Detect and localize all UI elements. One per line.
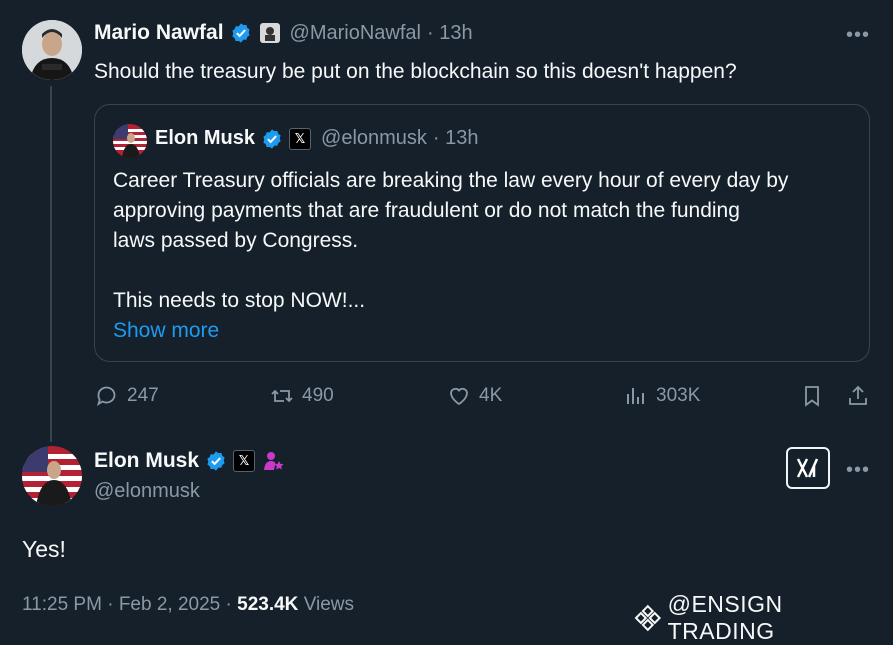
quoted-tweet-text: Career Treasury officials are breaking t… <box>113 166 858 346</box>
tweet-meta: 11:25 PM · Feb 2, 2025 · 523.4K Views <box>22 594 354 616</box>
repost-count: 490 <box>302 385 334 406</box>
share-icon <box>849 385 867 405</box>
author-name[interactable]: Mario Nawfal <box>94 21 224 45</box>
bookmark-button[interactable] <box>800 384 824 408</box>
quoted-tweet-header: Elon Musk 𝕏 @elonmusk · 13h <box>155 127 479 150</box>
reply-time[interactable]: 11:25 PM <box>22 594 102 615</box>
watermark-text: @ENSIGN TRADING <box>667 591 783 644</box>
separator: · <box>225 594 232 615</box>
reply-author-name[interactable]: Elon Musk <box>94 449 199 473</box>
quoted-text-line: approving payments that are fraudulent o… <box>113 199 740 222</box>
reply-icon <box>96 386 116 407</box>
x-logo-icon: 𝕏 <box>289 127 312 150</box>
elon-quote-avatar[interactable] <box>113 124 147 158</box>
verified-badge-icon <box>263 128 281 149</box>
like-icon <box>450 387 468 406</box>
like-button[interactable]: 4K <box>447 384 502 408</box>
government-badge-icon <box>264 452 284 470</box>
bookmark-icon <box>805 386 819 407</box>
affiliate-badge-icon <box>259 23 280 43</box>
repost-icon <box>271 389 293 403</box>
reply-count: 247 <box>127 385 159 406</box>
reply-handle[interactable]: @elonmusk <box>94 480 200 503</box>
more-icon[interactable]: ••• <box>846 24 870 47</box>
verified-badge-icon <box>207 451 225 471</box>
repost-button[interactable]: 490 <box>270 384 334 408</box>
reply-button[interactable]: 247 <box>95 384 159 408</box>
quoted-text-line: laws passed by Congress. <box>113 229 359 252</box>
views-count[interactable]: 523.4K <box>237 594 298 615</box>
reply-tweet-header: Elon Musk 𝕏 <box>94 449 285 473</box>
reply-date[interactable]: Feb 2, 2025 <box>119 594 220 615</box>
quoted-text-line: Career Treasury officials are breaking t… <box>113 169 789 192</box>
views-label: Views <box>303 594 355 615</box>
main-tweet-header: Mario Nawfal @MarioNawfal · 13h <box>94 21 473 45</box>
quoted-handle[interactable]: @elonmusk <box>321 127 427 150</box>
author-handle[interactable]: @MarioNawfal <box>290 22 421 45</box>
grok-button[interactable] <box>786 447 830 489</box>
views-button[interactable]: 303K <box>624 384 700 408</box>
tweet-time[interactable]: · 13h <box>427 22 473 45</box>
separator: · <box>107 594 114 615</box>
verified-badge-icon <box>231 23 250 43</box>
mario-avatar[interactable] <box>22 20 82 80</box>
quoted-author-name[interactable]: Elon Musk <box>155 127 255 150</box>
quoted-time[interactable]: · 13h <box>433 127 479 150</box>
watermark: @ENSIGN TRADING <box>634 591 893 645</box>
share-button[interactable] <box>846 384 870 408</box>
binance-logo-icon <box>634 604 662 632</box>
elon-avatar[interactable] <box>22 446 82 506</box>
reply-tweet-text: Yes! <box>22 536 66 562</box>
x-logo-icon: 𝕏 <box>233 450 256 472</box>
views-icon <box>627 388 644 404</box>
quoted-text-line: This needs to stop NOW!... <box>113 289 366 312</box>
view-count: 303K <box>656 385 701 406</box>
more-icon[interactable]: ••• <box>846 459 870 482</box>
grok-icon <box>796 458 819 478</box>
thread-line <box>50 86 52 442</box>
main-tweet-text: Should the treasury be put on the blockc… <box>94 60 737 83</box>
like-count: 4K <box>479 385 503 406</box>
show-more-link[interactable]: Show more <box>113 316 858 346</box>
